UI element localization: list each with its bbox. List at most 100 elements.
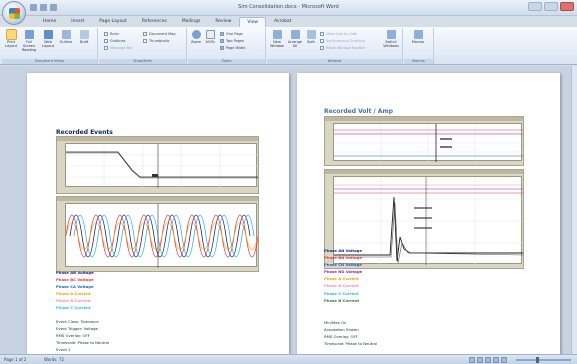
outline-button[interactable]: Outline: [58, 30, 74, 44]
page-100-icon: [205, 30, 215, 39]
word-count[interactable]: Words: 72: [44, 357, 64, 362]
new-window-icon: [272, 30, 282, 39]
zoom-slider[interactable]: [516, 357, 571, 363]
minimize-button[interactable]: [528, 2, 542, 11]
full-screen-icon: [24, 30, 34, 39]
event-notes: Min/Max On Annotation Shown RMS Overlay:…: [324, 320, 378, 346]
legend-item: Phase CA Voltage: [56, 284, 94, 290]
tab-review[interactable]: Review: [208, 17, 238, 27]
macros-button[interactable]: Macros: [409, 30, 427, 44]
office-button[interactable]: [2, 1, 26, 25]
full-screen-view-icon[interactable]: [477, 357, 483, 363]
channel-legend: Phase AN Voltage Phase BN Voltage Phase …: [324, 247, 362, 304]
title-bar: Sim Consolidation.docx - Microsoft Word: [0, 0, 577, 16]
legend-item: Phase B Current: [56, 298, 91, 304]
legend-item: Phase A Current: [56, 291, 91, 297]
plot-toolbar: [57, 197, 258, 201]
recorded-volt-amp-heading: Recorded Volt / Amp: [324, 108, 393, 115]
maximize-button[interactable]: [544, 2, 558, 11]
view-side-by-side-button[interactable]: View Side by Side: [320, 32, 357, 36]
channel-legend: Phase AB Voltage Phase BC Voltage Phase …: [56, 269, 94, 312]
draft-button[interactable]: Draft: [76, 30, 92, 44]
group-zoom: Zoom 100% One Page Two Pages Page Width …: [188, 28, 266, 64]
draft-view-icon[interactable]: [501, 357, 507, 363]
gridlines-checkbox[interactable]: Gridlines: [104, 39, 126, 43]
split-icon: [306, 30, 316, 39]
one-page-button[interactable]: One Page: [220, 32, 243, 36]
print-layout-view-icon[interactable]: [469, 357, 475, 363]
legend-item: Phase C Current: [56, 305, 91, 311]
arrange-all-button[interactable]: Arrange All: [287, 30, 303, 48]
web-layout-icon: [43, 30, 53, 39]
switch-windows-button[interactable]: Switch Windows: [381, 30, 401, 48]
print-layout-icon: [5, 29, 17, 40]
close-button[interactable]: [560, 2, 574, 11]
legend-item: Phase AN Voltage: [324, 248, 362, 253]
group-window: New Window Arrange All Split View Side b…: [267, 28, 403, 64]
tab-insert[interactable]: Insert: [64, 17, 91, 27]
page-1: Recorded Events Phase AB Voltage Phase B…: [27, 73, 289, 354]
recorded-events-heading: Recorded Events: [56, 129, 113, 136]
zoom-100-button[interactable]: 100%: [204, 30, 216, 44]
arrange-all-icon: [290, 30, 300, 39]
page-count[interactable]: Page 1 of 2: [4, 357, 26, 362]
page-2: Recorded Volt / Amp Phase AN Voltage Pha…: [297, 73, 560, 354]
office-logo-icon: [9, 8, 20, 19]
volt-rms-plot: [333, 123, 523, 162]
document-workspace: Recorded Events Phase AB Voltage Phase B…: [0, 66, 577, 354]
view-shortcuts: [469, 357, 507, 363]
tab-mailings[interactable]: Mailings: [175, 17, 207, 27]
ruler-checkbox[interactable]: Ruler: [104, 32, 119, 36]
split-button[interactable]: Split: [305, 30, 317, 44]
legend-item: Phase N Current: [324, 297, 360, 303]
synchronous-scrolling-button[interactable]: Synchronous Scrolling: [320, 39, 365, 43]
tab-view[interactable]: View: [239, 17, 267, 27]
ribbon: Print Layout Full Screen Reading Web Lay…: [0, 27, 577, 65]
waveform-plot-panel: [56, 196, 259, 272]
web-layout-button[interactable]: Web Layout: [40, 30, 56, 48]
message-bar-checkbox[interactable]: Message Bar: [104, 46, 132, 50]
volt-rms-plot-panel: [324, 116, 524, 166]
vertical-scrollbar[interactable]: [571, 66, 577, 354]
rms-plot: [65, 143, 258, 188]
legend-item: Phase BC Voltage: [56, 277, 94, 283]
switch-windows-icon: [386, 30, 396, 39]
legend-item: Phase A Current: [324, 276, 359, 282]
status-bar: Page 1 of 2 Words: 72: [0, 354, 577, 364]
macros-icon: [413, 30, 423, 39]
window-controls: [528, 2, 574, 11]
outline-view-icon[interactable]: [493, 357, 499, 363]
window-title: Sim Consolidation.docx - Microsoft Word: [238, 4, 339, 10]
event-notes: Event Class: Tolerance Event Trigger: Vo…: [56, 319, 110, 352]
print-layout-button[interactable]: Print Layout: [4, 29, 18, 48]
full-screen-reading-button[interactable]: Full Screen Reading: [20, 30, 38, 52]
plot-toolbar: [325, 170, 523, 174]
legend-item: Phase C Current: [324, 290, 359, 296]
new-window-button[interactable]: New Window: [269, 30, 285, 48]
legend-item: Phase BN Voltage: [324, 255, 362, 261]
zoom-button[interactable]: Zoom: [190, 30, 202, 44]
tab-references[interactable]: References: [135, 17, 174, 27]
group-macros: Macros Macros: [404, 28, 434, 64]
draft-icon: [79, 30, 89, 39]
group-document-views: Print Layout Full Screen Reading Web Lay…: [2, 28, 98, 64]
thumbnails-checkbox[interactable]: Thumbnails: [143, 39, 169, 43]
tab-acrobat[interactable]: Acrobat: [267, 17, 298, 27]
outline-icon: [61, 30, 71, 39]
legend-item: Phase NG Voltage: [324, 269, 363, 275]
zoom-slider-handle[interactable]: [536, 357, 539, 363]
document-map-checkbox[interactable]: Document Map: [143, 32, 176, 36]
waveform-plot: [65, 203, 258, 268]
two-pages-button[interactable]: Two Pages: [220, 39, 244, 43]
tab-home[interactable]: Home: [36, 17, 63, 27]
ribbon-tabs: Home Insert Page Layout References Maili…: [36, 17, 298, 27]
plot-toolbar: [57, 137, 258, 141]
web-layout-view-icon[interactable]: [485, 357, 491, 363]
legend-item: Phase AB Voltage: [56, 270, 94, 275]
tab-page-layout[interactable]: Page Layout: [92, 17, 134, 27]
reset-window-position-button[interactable]: Reset Window Position: [320, 46, 365, 50]
legend-item: Phase B Current: [324, 283, 359, 289]
legend-item: Phase CN Voltage: [324, 262, 362, 268]
page-width-button[interactable]: Page Width: [220, 46, 246, 50]
plot-toolbar: [325, 117, 523, 121]
